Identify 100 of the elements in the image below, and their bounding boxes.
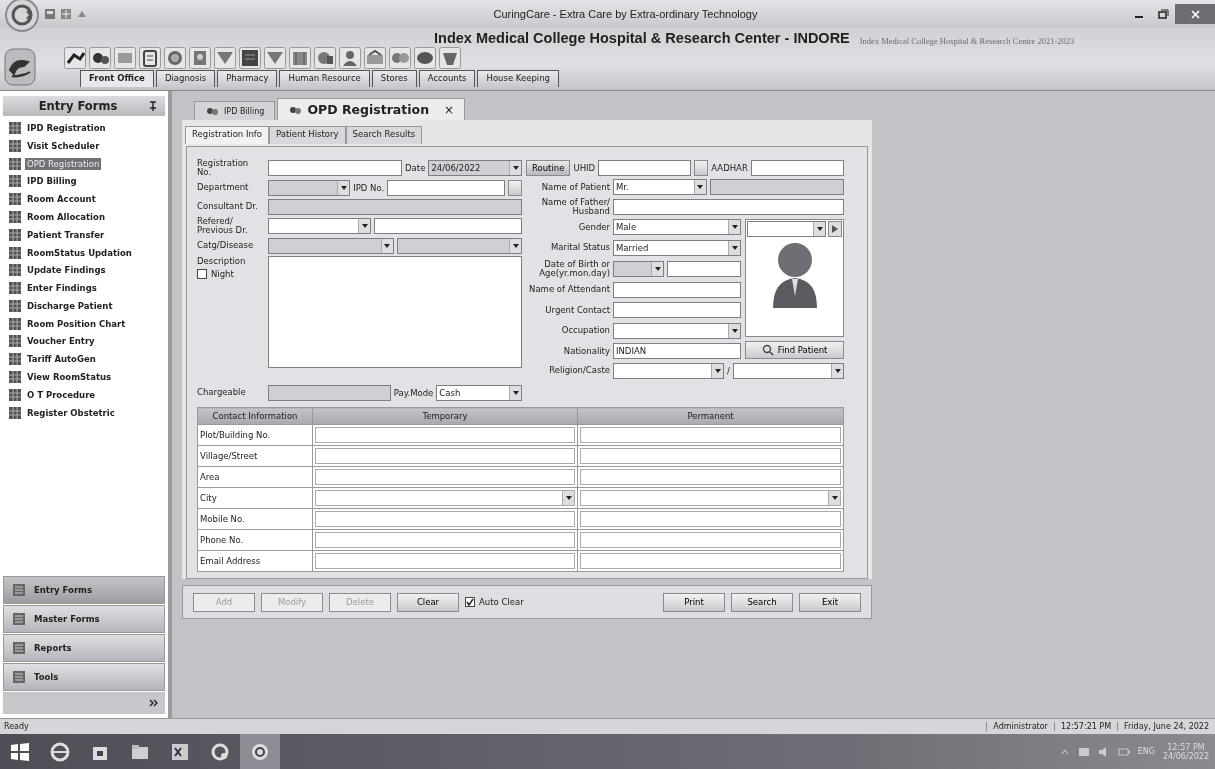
text-field[interactable] (580, 553, 841, 569)
dropdown[interactable] (747, 220, 826, 237)
network-icon[interactable] (1077, 745, 1090, 758)
sidebar-item[interactable]: Room Position Chart (25, 317, 128, 330)
text-field[interactable] (598, 159, 692, 176)
find-patient-button[interactable]: Find Patient (745, 340, 844, 359)
text-field[interactable] (315, 511, 575, 527)
sub-tab[interactable]: Patient History (269, 126, 346, 144)
sidebar-item[interactable]: Room Allocation (25, 211, 107, 223)
dropdown[interactable] (613, 322, 741, 339)
sidebar-item[interactable]: Enter Findings (25, 282, 99, 295)
ribbon-tab[interactable]: House Keeping (477, 70, 559, 87)
sidebar-item[interactable]: Update Findings (25, 264, 108, 277)
text-field[interactable] (580, 448, 841, 464)
document-icon[interactable] (139, 47, 161, 69)
play-icon[interactable] (828, 220, 842, 237)
bottle-icon[interactable] (314, 47, 336, 69)
ribbon-tab[interactable]: Accounts (418, 70, 476, 87)
portrait-icon[interactable] (189, 47, 211, 69)
sidebar-item[interactable]: OPD Registration (25, 157, 102, 170)
routine-button[interactable]: Routine (526, 159, 571, 176)
ribbon-tab[interactable]: Stores (371, 70, 417, 87)
text-field[interactable] (580, 532, 841, 548)
text-field[interactable] (613, 302, 741, 318)
chevron-icon[interactable] (148, 698, 159, 708)
action-button[interactable]: Exit (799, 592, 861, 612)
text-field[interactable] (580, 427, 841, 443)
dropdown[interactable] (580, 490, 841, 506)
action-button[interactable]: Clear (397, 592, 459, 612)
text-field[interactable] (580, 469, 841, 485)
nav-group-button[interactable]: Reports (3, 634, 165, 662)
ribbon-tab[interactable]: Human Resource (279, 70, 370, 87)
sidebar-item[interactable]: Patient Transfer (25, 228, 107, 241)
text-field[interactable] (315, 427, 575, 443)
funnel-icon[interactable] (214, 47, 236, 69)
checkbox[interactable] (197, 269, 207, 279)
sidebar-item[interactable]: RoomStatus Updation (25, 246, 134, 259)
save-icon[interactable] (44, 8, 56, 20)
checkbox[interactable] (465, 597, 475, 607)
dropdown[interactable] (613, 362, 725, 379)
person-icon[interactable] (339, 47, 361, 69)
sidebar-item[interactable]: O T Procedure (25, 388, 98, 401)
browser-icon[interactable] (49, 740, 71, 763)
text-field[interactable] (750, 159, 844, 176)
dropdown[interactable] (732, 362, 844, 379)
action-button[interactable]: Print (663, 592, 725, 612)
ribbon-tab[interactable]: Diagnosis (155, 70, 216, 87)
sidebar-item[interactable]: Discharge Patient (25, 299, 115, 312)
coins-icon[interactable] (389, 47, 411, 69)
sidebar-item[interactable]: IPD Registration (25, 122, 108, 135)
text-field[interactable] (667, 260, 741, 277)
text-field[interactable] (613, 199, 844, 215)
windows-logo-icon[interactable] (9, 740, 31, 763)
sidebar-item[interactable]: Voucher Entry (25, 335, 97, 348)
text-field[interactable] (613, 281, 741, 298)
browse-button[interactable] (694, 159, 709, 176)
sidebar-item[interactable]: Room Account (25, 193, 98, 206)
ribbon-tab[interactable]: Front Office (80, 70, 154, 87)
text-field[interactable] (580, 511, 841, 527)
dropdown[interactable] (315, 490, 575, 506)
text-field[interactable]: INDIAN (613, 343, 741, 359)
sidebar-item[interactable]: View RoomStatus (25, 371, 114, 384)
dropdown[interactable]: Married (613, 239, 741, 256)
restore-icon[interactable] (1157, 8, 1169, 20)
document-tab[interactable]: IPD Billing (194, 101, 276, 120)
people-icon[interactable] (89, 47, 111, 69)
nav-group-button[interactable]: Master Forms (3, 605, 165, 633)
close-button[interactable] (1175, 4, 1215, 24)
text-field[interactable] (315, 448, 575, 464)
funnel-icon[interactable] (264, 47, 286, 69)
close-tab-button[interactable]: × (444, 102, 455, 117)
browse-button[interactable] (508, 179, 522, 196)
text-field[interactable] (315, 553, 575, 569)
nav-group-button[interactable]: Tools (3, 663, 165, 691)
dropdown[interactable]: Cash (436, 384, 522, 401)
dropdown[interactable]: Mr. (613, 179, 707, 195)
sub-tab[interactable]: Registration Info (185, 126, 270, 144)
ribbon-tab[interactable]: Pharmacy (217, 70, 278, 87)
dropdown[interactable]: Male (613, 219, 741, 235)
sidebar-item[interactable]: IPD Billing (25, 175, 79, 188)
action-button[interactable]: Search (731, 592, 793, 612)
grid-icon[interactable] (60, 8, 72, 20)
sidebar-item[interactable]: Visit Scheduler (25, 139, 102, 152)
dropdown[interactable] (268, 218, 372, 234)
document-tab[interactable]: OPD Registration × (277, 98, 466, 120)
pin-icon[interactable] (147, 100, 159, 112)
text-field[interactable] (268, 160, 403, 176)
sidebar-item[interactable]: Tariff AutoGen (25, 353, 98, 366)
house-icon[interactable] (364, 47, 386, 69)
text-field[interactable] (315, 532, 575, 548)
description-field[interactable] (268, 256, 522, 368)
text-field[interactable] (387, 179, 505, 196)
nav-group-button[interactable]: Entry Forms (3, 576, 165, 604)
text-field[interactable] (315, 469, 575, 485)
sidebar-item[interactable]: Register Obstetric (25, 406, 117, 419)
battery-icon[interactable] (1117, 745, 1130, 758)
cup-icon[interactable] (439, 47, 461, 69)
text-field[interactable] (374, 218, 522, 234)
sub-tab[interactable]: Search Results (345, 126, 423, 144)
ledger-icon[interactable] (239, 47, 261, 69)
